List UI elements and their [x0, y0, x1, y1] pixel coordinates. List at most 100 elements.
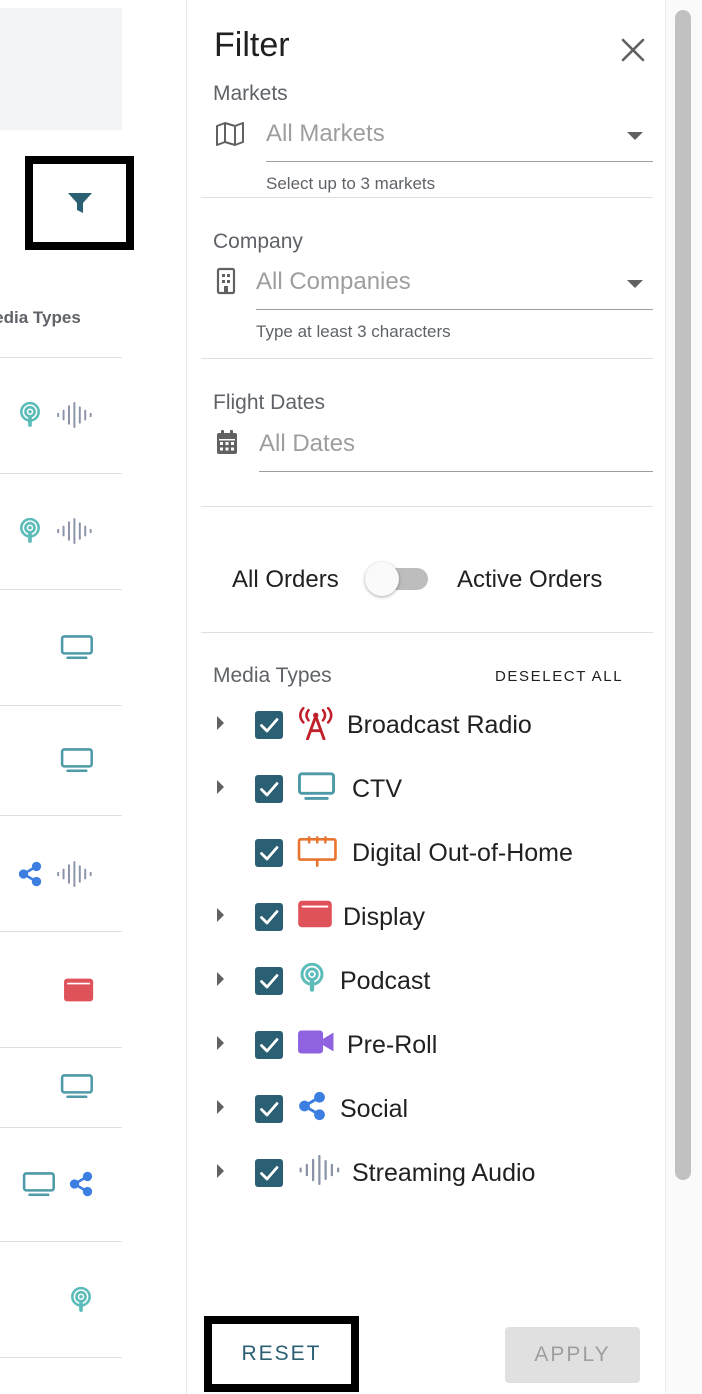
- podcast-icon: [17, 518, 43, 544]
- checkmark-icon: [260, 846, 279, 861]
- divider: [201, 506, 653, 507]
- media-type-checkbox[interactable]: [255, 1095, 283, 1123]
- table-row-divider: [0, 705, 122, 706]
- video-camera-icon: [297, 1027, 335, 1057]
- media-type-label: Display: [343, 903, 425, 931]
- media-type-checkbox[interactable]: [255, 839, 283, 867]
- company-hint: Type at least 3 characters: [256, 322, 451, 341]
- expand-arrow-icon[interactable]: [217, 716, 224, 730]
- broadcast-radio-icon: [297, 707, 335, 740]
- streaming-audio-icon: [55, 518, 94, 544]
- background-table: Media Types: [0, 0, 186, 1394]
- map-icon: [216, 122, 244, 146]
- funnel-icon: [67, 193, 92, 213]
- media-type-label: Podcast: [340, 967, 431, 995]
- media-type-row: Pre-Roll: [187, 1025, 665, 1065]
- table-row-divider: [0, 1047, 122, 1048]
- media-type-label: Broadcast Radio: [347, 711, 532, 739]
- markets-hint: Select up to 3 markets: [266, 174, 436, 193]
- table-row[interactable]: [0, 1168, 122, 1200]
- ctv-icon: [297, 771, 336, 801]
- media-type-label: Social: [340, 1095, 409, 1123]
- table-row-divider: [0, 1357, 122, 1358]
- flight-dates-input[interactable]: All Dates: [259, 424, 653, 472]
- display-icon: [63, 977, 94, 1003]
- expand-arrow-icon[interactable]: [217, 1164, 224, 1178]
- table-row-divider: [0, 473, 122, 474]
- podcast-icon: [297, 963, 327, 993]
- media-type-checkbox[interactable]: [255, 1031, 283, 1059]
- media-type-label: Digital Out-of-Home: [352, 839, 573, 867]
- table-row[interactable]: [0, 744, 122, 776]
- checkmark-icon: [260, 782, 279, 797]
- chevron-down-icon: [627, 280, 643, 288]
- table-row-divider: [0, 931, 122, 932]
- table-header-area: [0, 8, 122, 130]
- orders-toggle-knob[interactable]: [365, 562, 399, 596]
- media-type-checkbox[interactable]: [255, 711, 283, 739]
- media-type-checkbox[interactable]: [255, 775, 283, 803]
- calendar-icon: [217, 430, 237, 454]
- billboard-icon: [297, 835, 338, 868]
- media-type-row: CTV: [187, 769, 665, 809]
- display-icon: [297, 899, 333, 929]
- media-type-row: Broadcast Radio: [187, 705, 665, 745]
- table-row[interactable]: [0, 399, 122, 431]
- podcast-icon: [17, 402, 43, 428]
- media-type-label: Pre-Roll: [347, 1031, 438, 1059]
- divider: [201, 197, 653, 198]
- filter-button[interactable]: [25, 156, 134, 250]
- expand-arrow-icon[interactable]: [217, 1100, 224, 1114]
- column-header-media-types[interactable]: Media Types: [0, 308, 122, 328]
- table-row-divider: [0, 1241, 122, 1242]
- streaming-audio-icon: [55, 402, 94, 428]
- media-type-row: Streaming Audio: [187, 1153, 665, 1193]
- media-type-row: Digital Out-of-Home: [187, 833, 665, 873]
- media-type-label: CTV: [352, 775, 402, 803]
- markets-value: All Markets: [266, 120, 385, 147]
- scrollbar-thumb[interactable]: [675, 10, 691, 1180]
- podcast-icon: [68, 1287, 94, 1313]
- checkmark-icon: [260, 718, 279, 733]
- media-types-label: Media Types: [213, 664, 332, 687]
- active-orders-label: Active Orders: [457, 566, 603, 593]
- flight-dates-label: Flight Dates: [213, 391, 326, 414]
- table-row[interactable]: [0, 631, 122, 663]
- table-row[interactable]: [0, 1284, 122, 1316]
- media-type-row: Podcast: [187, 961, 665, 1001]
- media-type-row: Display: [187, 897, 665, 937]
- table-row[interactable]: [0, 1070, 122, 1102]
- checkmark-icon: [260, 910, 279, 925]
- expand-arrow-icon[interactable]: [217, 908, 224, 922]
- table-row-divider: [0, 815, 122, 816]
- building-icon: [216, 267, 236, 295]
- markets-label: Markets: [213, 82, 288, 105]
- table-row[interactable]: [0, 974, 122, 1006]
- markets-select[interactable]: All Markets: [266, 114, 653, 162]
- checkmark-icon: [260, 1038, 279, 1053]
- checkmark-icon: [260, 1166, 279, 1181]
- checkmark-icon: [260, 974, 279, 989]
- table-row[interactable]: [0, 515, 122, 547]
- chevron-down-icon: [627, 132, 643, 140]
- expand-arrow-icon[interactable]: [217, 972, 224, 986]
- divider: [201, 358, 653, 359]
- social-icon: [17, 861, 43, 887]
- table-row-divider: [0, 589, 122, 590]
- expand-arrow-icon[interactable]: [217, 780, 224, 794]
- company-select[interactable]: All Companies: [256, 262, 653, 310]
- media-type-checkbox[interactable]: [255, 1159, 283, 1187]
- table-row[interactable]: [0, 858, 122, 890]
- deselect-all-button[interactable]: DESELECT ALL: [495, 668, 623, 685]
- media-type-checkbox[interactable]: [255, 903, 283, 931]
- media-type-checkbox[interactable]: [255, 967, 283, 995]
- flight-dates-value: All Dates: [259, 430, 356, 457]
- company-value: All Companies: [256, 268, 411, 295]
- ctv-icon: [60, 747, 94, 773]
- reset-button[interactable]: RESET: [204, 1316, 359, 1392]
- divider: [201, 632, 653, 633]
- ctv-icon: [60, 634, 94, 660]
- expand-arrow-icon[interactable]: [217, 1036, 224, 1050]
- close-icon[interactable]: [619, 36, 647, 64]
- media-type-label: Streaming Audio: [352, 1159, 536, 1187]
